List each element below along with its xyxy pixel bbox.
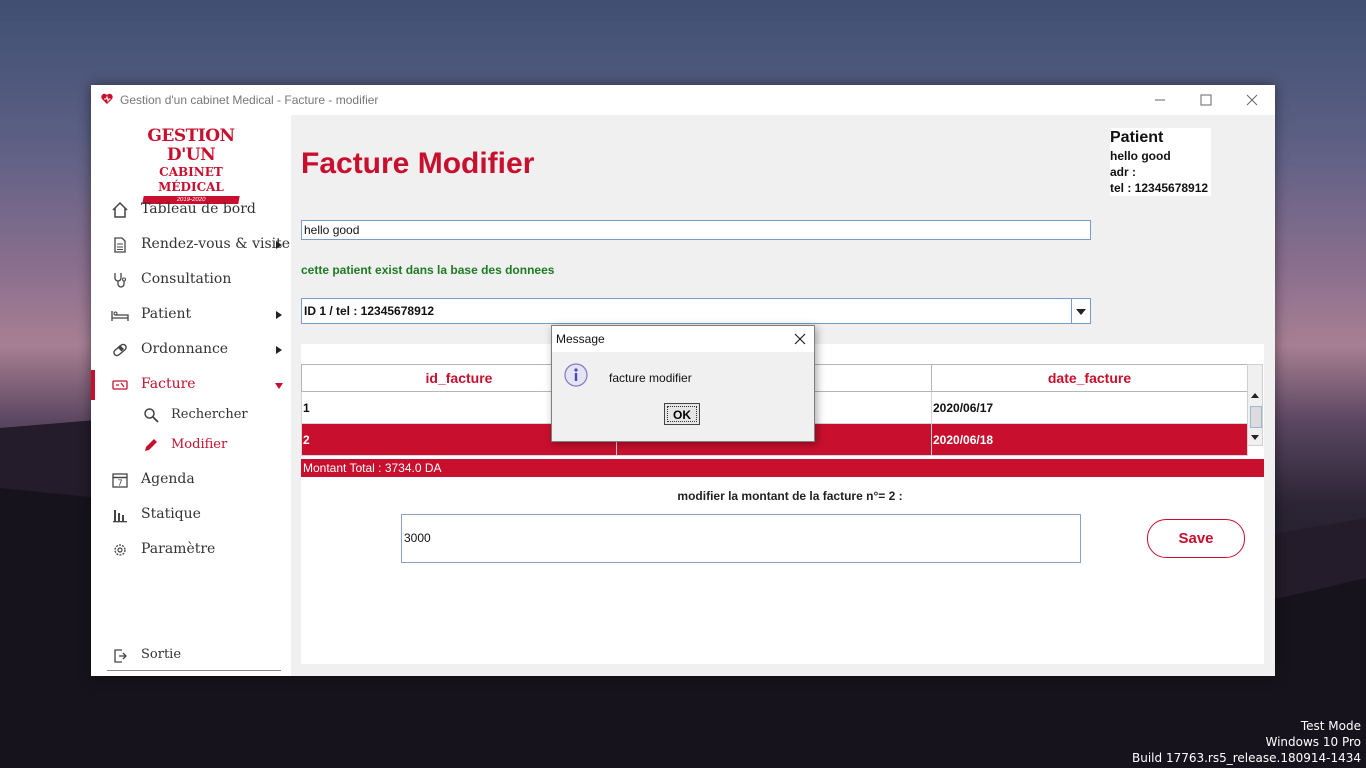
table-cell[interactable]: 2020/06/18 [931, 423, 1248, 456]
pencil-icon [145, 439, 157, 451]
modify-amount-label: modifier la montant de la facture n°= 2 … [677, 489, 903, 503]
bar-chart-icon [113, 510, 127, 523]
title-bar[interactable]: Gestion d'un cabinet Medical - Facture -… [91, 85, 1275, 115]
patient-address: adr : [1110, 165, 1137, 179]
patient-card-heading: Patient [1110, 129, 1164, 146]
sidebar-subitem-rechercher[interactable]: Rechercher [91, 401, 291, 429]
calendar-icon: 7 [112, 473, 128, 488]
amount-input[interactable]: 3000 [401, 514, 1081, 563]
pill-icon [113, 343, 127, 357]
bed-icon [111, 311, 129, 321]
patient-info-card: Patient hello good adr : tel : 123456789… [1110, 128, 1211, 196]
logo-line: GESTION D'UN [147, 126, 235, 165]
sidebar-item-patient[interactable]: Patient [91, 300, 291, 330]
heart-app-icon [101, 93, 113, 104]
sidebar-item-label: Rendez-vous & visite [141, 236, 291, 252]
sidebar-item-agenda[interactable]: 7 Agenda [91, 465, 291, 495]
watermark-line: Test Mode [1300, 719, 1361, 733]
logo-line: CABINET MÉDICAL [158, 165, 224, 194]
sidebar-item-label: Patient [141, 306, 192, 322]
chevron-down-icon[interactable] [1071, 299, 1090, 323]
sidebar-item-label: Tableau de bord [141, 201, 256, 217]
search-icon [144, 408, 159, 423]
patient-select-dropdown[interactable]: ID 1 / tel : 12345678912 [301, 298, 1091, 324]
sidebar-item-label: Agenda [141, 471, 195, 487]
chevron-right-icon [276, 311, 282, 319]
info-icon [564, 363, 588, 387]
sidebar-item-ordonnance[interactable]: Ordonnance [91, 335, 291, 365]
chevron-right-icon [276, 241, 282, 249]
maximize-button[interactable] [1183, 85, 1229, 115]
chevron-right-icon [276, 346, 282, 354]
sidebar-item-label: Consultation [141, 271, 232, 287]
windows-watermark: Test Mode Windows 10 Pro Build 17763.rs5… [1132, 718, 1361, 766]
page-title: Facture Modifier [301, 147, 535, 180]
invoice-icon [112, 380, 128, 390]
stethoscope-icon [114, 273, 126, 288]
total-amount-bar: Montant Total : 3734.0 DA [301, 459, 1264, 477]
sidebar-subitem-label: Rechercher [171, 407, 248, 422]
minimize-button[interactable] [1137, 85, 1183, 115]
ok-button[interactable]: OK [664, 403, 700, 425]
dropdown-selected-value: ID 1 / tel : 12345678912 [304, 304, 435, 318]
home-icon [112, 201, 128, 218]
active-marker [91, 370, 95, 400]
window-title: Gestion d'un cabinet Medical - Facture -… [120, 93, 379, 107]
sidebar-item-statique[interactable]: Statique [91, 500, 291, 530]
app-logo: GESTION D'UN CABINET MÉDICAL 2019-2020 [127, 126, 255, 204]
sidebar-item-label: Ordonnance [141, 341, 229, 357]
sidebar-item-rendez-vous[interactable]: Rendez-vous & visite [91, 230, 291, 260]
watermark-line: Windows 10 Pro [1265, 735, 1361, 749]
dialog-title-bar[interactable]: Message [552, 326, 814, 352]
patient-search-input[interactable]: hello good [301, 220, 1091, 240]
sidebar-subitem-modifier[interactable]: Modifier [91, 431, 291, 459]
gear-icon [114, 544, 126, 556]
maximize-icon [1200, 94, 1212, 106]
sidebar-item-consultation[interactable]: Consultation [91, 265, 291, 295]
save-button[interactable]: Save [1147, 519, 1245, 558]
sidebar-item-label: Sortie [141, 647, 182, 662]
sidebar-item-parametre[interactable]: Paramètre [91, 535, 291, 565]
sidebar-item-label: Statique [141, 506, 201, 522]
exit-icon [114, 649, 127, 663]
close-button[interactable] [1229, 85, 1275, 115]
table-cell[interactable]: 2020/06/17 [931, 391, 1248, 424]
dialog-title: Message [556, 332, 605, 346]
sidebar-item-label: Facture [141, 376, 196, 392]
patient-exists-message: cette patient exist dans la base des don… [301, 263, 555, 277]
column-header-date[interactable]: date_facture [931, 364, 1248, 392]
patient-name: hello good [1110, 149, 1171, 163]
table-scrollbar[interactable] [1247, 364, 1263, 446]
sidebar-item-facture[interactable]: Facture [91, 370, 291, 400]
scroll-down-icon[interactable] [1251, 435, 1259, 440]
sidebar-subitem-label: Modifier [171, 437, 228, 452]
minimize-icon [1155, 99, 1165, 101]
scrollbar-thumb[interactable] [1250, 406, 1262, 428]
document-icon [114, 237, 126, 253]
sidebar: GESTION D'UN CABINET MÉDICAL 2019-2020 T… [91, 115, 291, 676]
calendar-day-label: 7 [117, 479, 122, 488]
scroll-up-icon[interactable] [1251, 393, 1259, 398]
patient-phone: tel : 12345678912 [1110, 181, 1209, 195]
watermark-line: Build 17763.rs5_release.180914-1434 [1132, 751, 1361, 765]
sidebar-item-sortie[interactable]: Sortie [91, 641, 291, 671]
chevron-down-icon [275, 383, 283, 389]
close-icon [1246, 94, 1258, 106]
sidebar-item-tableau-de-bord[interactable]: Tableau de bord [91, 195, 291, 225]
sidebar-item-label: Paramètre [141, 541, 216, 557]
close-icon[interactable] [793, 332, 807, 346]
message-dialog: Message facture modifier OK [551, 325, 815, 442]
dialog-message: facture modifier [609, 371, 692, 385]
